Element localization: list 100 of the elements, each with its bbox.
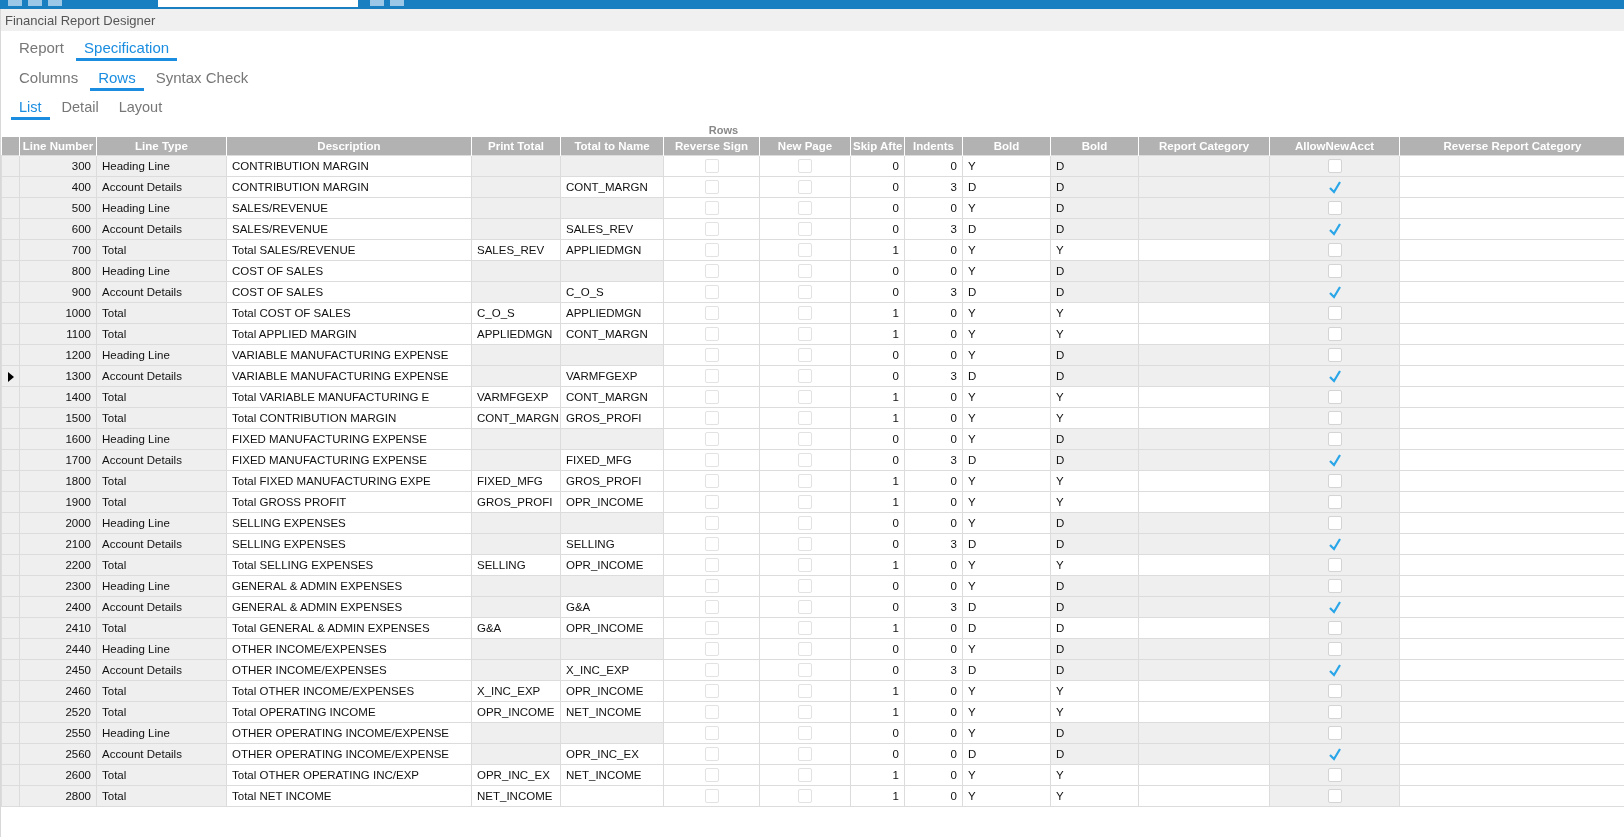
checkbox[interactable]	[798, 306, 812, 320]
checkbox[interactable]	[798, 537, 812, 551]
checkbox[interactable]	[798, 369, 812, 383]
checkmark-icon[interactable]	[1327, 180, 1342, 194]
column-header[interactable]: Line Type	[96, 137, 227, 156]
checkbox[interactable]	[1327, 768, 1342, 782]
checkbox[interactable]	[704, 579, 719, 593]
checkbox[interactable]	[798, 390, 812, 404]
checkbox[interactable]	[798, 768, 812, 782]
checkbox[interactable]	[798, 264, 812, 278]
column-header[interactable]: Bold	[1050, 137, 1139, 156]
checkbox[interactable]	[704, 495, 719, 509]
checkbox[interactable]	[704, 768, 719, 782]
checkbox[interactable]	[798, 180, 812, 194]
checkbox[interactable]	[704, 306, 719, 320]
tab[interactable]: Rows	[90, 67, 144, 91]
checkbox[interactable]	[704, 264, 719, 278]
checkbox[interactable]	[798, 222, 812, 236]
checkmark-icon[interactable]	[1327, 222, 1342, 236]
checkbox[interactable]	[704, 621, 719, 635]
checkbox[interactable]	[798, 327, 812, 341]
column-header[interactable]: Bold	[962, 137, 1051, 156]
checkbox[interactable]	[704, 537, 719, 551]
checkmark-icon[interactable]	[1327, 369, 1342, 383]
toolbar-icon[interactable]	[390, 0, 404, 6]
checkbox[interactable]	[798, 432, 812, 446]
checkbox[interactable]	[798, 516, 812, 530]
checkbox[interactable]	[1327, 516, 1342, 530]
checkbox[interactable]	[704, 201, 719, 215]
checkbox[interactable]	[798, 705, 812, 719]
column-header[interactable]: Reverse Sign	[663, 137, 760, 156]
checkbox[interactable]	[1327, 201, 1342, 215]
column-header[interactable]: Indents	[904, 137, 963, 156]
checkbox[interactable]	[798, 495, 812, 509]
checkbox[interactable]	[1327, 474, 1342, 488]
column-header[interactable]: Reverse Report Category	[1399, 137, 1624, 156]
checkbox[interactable]	[704, 705, 719, 719]
checkbox[interactable]	[704, 222, 719, 236]
checkbox[interactable]	[1327, 621, 1342, 635]
tab[interactable]: List	[11, 97, 50, 120]
checkbox[interactable]	[704, 411, 719, 425]
checkbox[interactable]	[704, 747, 719, 761]
tab[interactable]: Detail	[53, 97, 107, 120]
checkmark-icon[interactable]	[1327, 747, 1342, 761]
checkbox[interactable]	[1327, 579, 1342, 593]
checkbox[interactable]	[798, 453, 812, 467]
checkbox[interactable]	[1327, 159, 1342, 173]
checkmark-icon[interactable]	[1327, 537, 1342, 551]
checkbox[interactable]	[704, 453, 719, 467]
tab[interactable]: Syntax Check	[147, 67, 257, 91]
checkbox[interactable]	[1327, 558, 1342, 572]
checkbox[interactable]	[704, 474, 719, 488]
checkbox[interactable]	[798, 159, 812, 173]
checkbox[interactable]	[798, 348, 812, 362]
checkbox[interactable]	[798, 789, 812, 803]
checkbox[interactable]	[1327, 243, 1342, 257]
tab[interactable]: Columns	[11, 67, 87, 91]
checkbox[interactable]	[798, 201, 812, 215]
tab[interactable]: Specification	[76, 37, 178, 61]
column-header[interactable]: Report Category	[1138, 137, 1270, 156]
checkbox[interactable]	[798, 243, 812, 257]
checkbox[interactable]	[704, 159, 719, 173]
record-field[interactable]	[158, 0, 358, 7]
checkbox[interactable]	[1327, 390, 1342, 404]
checkbox[interactable]	[704, 600, 719, 614]
checkbox[interactable]	[798, 411, 812, 425]
checkbox[interactable]	[1327, 726, 1342, 740]
checkbox[interactable]	[1327, 642, 1342, 656]
checkbox[interactable]	[798, 684, 812, 698]
checkbox[interactable]	[1327, 411, 1342, 425]
checkbox[interactable]	[798, 579, 812, 593]
column-header[interactable]: Print Total	[471, 137, 561, 156]
column-header[interactable]: Line Number	[19, 137, 97, 156]
toolbar-icon[interactable]	[8, 0, 22, 6]
checkbox[interactable]	[1327, 789, 1342, 803]
checkbox[interactable]	[798, 558, 812, 572]
checkbox[interactable]	[704, 285, 719, 299]
toolbar-icon[interactable]	[28, 0, 42, 6]
column-header[interactable]: Total to Name	[560, 137, 664, 156]
checkbox[interactable]	[704, 390, 719, 404]
checkbox[interactable]	[1327, 327, 1342, 341]
tab[interactable]: Layout	[110, 97, 171, 120]
toolbar-icon[interactable]	[370, 0, 384, 6]
checkbox[interactable]	[1327, 306, 1342, 320]
checkbox[interactable]	[704, 726, 719, 740]
column-header[interactable]: New Page	[759, 137, 851, 156]
checkbox[interactable]	[704, 558, 719, 572]
checkbox[interactable]	[798, 642, 812, 656]
checkbox[interactable]	[704, 369, 719, 383]
checkbox[interactable]	[704, 327, 719, 341]
column-header[interactable]: AllowNewAcct	[1269, 137, 1400, 156]
checkbox[interactable]	[1327, 264, 1342, 278]
checkbox[interactable]	[798, 474, 812, 488]
checkbox[interactable]	[704, 789, 719, 803]
column-header[interactable]: Skip Afte	[850, 137, 905, 156]
checkmark-icon[interactable]	[1327, 600, 1342, 614]
checkbox[interactable]	[798, 726, 812, 740]
checkbox[interactable]	[798, 600, 812, 614]
checkmark-icon[interactable]	[1327, 663, 1342, 677]
checkbox[interactable]	[704, 642, 719, 656]
